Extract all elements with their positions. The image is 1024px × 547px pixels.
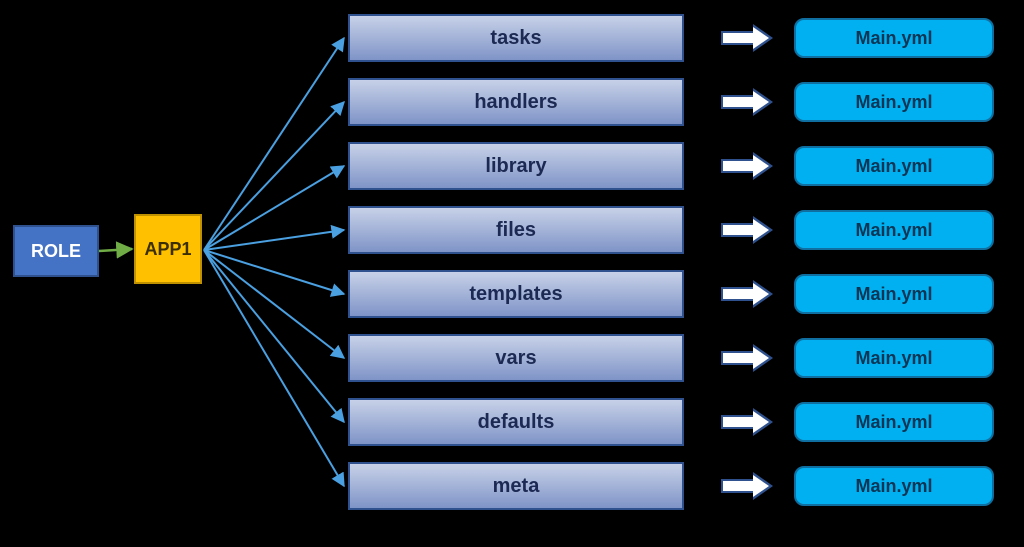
arrow-icon (721, 25, 777, 51)
diagram-canvas: ROLE APP1 tasks Main.yml handlers Main.y… (0, 0, 1024, 547)
file-label: Main.yml (855, 28, 932, 49)
file-label: Main.yml (855, 92, 932, 113)
file-box-defaults: Main.yml (794, 402, 994, 442)
role-box: ROLE (13, 225, 99, 277)
dir-label: handlers (474, 91, 557, 114)
dir-box-defaults: defaults (348, 398, 684, 446)
file-label: Main.yml (855, 284, 932, 305)
file-label: Main.yml (855, 220, 932, 241)
dir-label: meta (493, 475, 540, 498)
arrow-icon (721, 473, 777, 499)
file-label: Main.yml (855, 476, 932, 497)
arrow-icon (721, 89, 777, 115)
file-box-library: Main.yml (794, 146, 994, 186)
dir-label: tasks (490, 27, 541, 50)
arrow-icon (721, 153, 777, 179)
arrow-icon (721, 217, 777, 243)
dir-box-templates: templates (348, 270, 684, 318)
dir-label: defaults (478, 411, 555, 434)
file-label: Main.yml (855, 348, 932, 369)
arrow-icon (721, 409, 777, 435)
dir-label: files (496, 219, 536, 242)
role-label: ROLE (31, 241, 81, 262)
file-box-handlers: Main.yml (794, 82, 994, 122)
arrow-icon (721, 345, 777, 371)
dir-box-vars: vars (348, 334, 684, 382)
file-box-meta: Main.yml (794, 466, 994, 506)
dir-label: vars (495, 347, 536, 370)
dir-box-library: library (348, 142, 684, 190)
dir-box-meta: meta (348, 462, 684, 510)
arrow-icon (721, 281, 777, 307)
dir-box-handlers: handlers (348, 78, 684, 126)
file-box-vars: Main.yml (794, 338, 994, 378)
file-box-templates: Main.yml (794, 274, 994, 314)
dir-label: templates (469, 283, 562, 306)
file-label: Main.yml (855, 156, 932, 177)
file-label: Main.yml (855, 412, 932, 433)
dir-label: library (485, 155, 546, 178)
app-label: APP1 (144, 239, 191, 260)
dir-box-tasks: tasks (348, 14, 684, 62)
dir-box-files: files (348, 206, 684, 254)
app-box: APP1 (134, 214, 202, 284)
file-box-files: Main.yml (794, 210, 994, 250)
file-box-tasks: Main.yml (794, 18, 994, 58)
